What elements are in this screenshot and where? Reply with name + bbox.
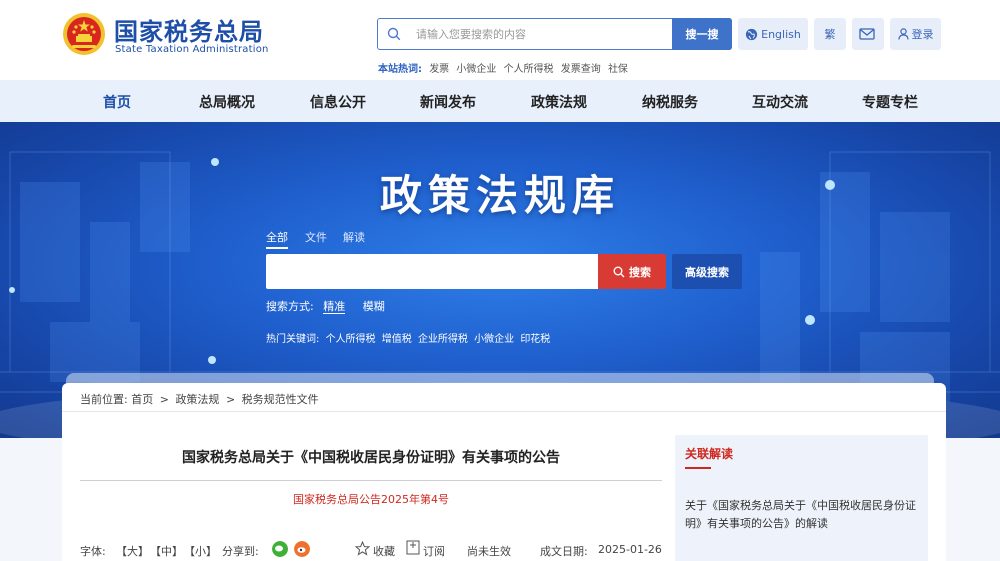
tab-all[interactable]: 全部 (266, 229, 288, 249)
breadcrumb-separator: > (225, 393, 236, 406)
hot-word-link[interactable]: 发票查询 (561, 64, 601, 75)
content-card: 当前位置: 首页 > 政策法规 > 税务规范性文件 国家税务总局关于《中国税收居… (62, 383, 946, 561)
main-nav: 首页 总局概况 信息公开 新闻发布 政策法规 纳税服务 互动交流 专题专栏 (0, 80, 1000, 122)
site-logo-title[interactable]: 国家税务总局 (114, 12, 264, 47)
share-label: 分享到: (222, 545, 259, 558)
site-search-input[interactable] (416, 19, 666, 49)
article-title: 国家税务总局关于《中国税收居民身份证明》有关事项的公告 (182, 450, 560, 466)
breadcrumb-current[interactable]: 税务规范性文件 (242, 393, 319, 406)
policy-search-label: 搜索 (629, 265, 651, 279)
keyword-link[interactable]: 小微企业 (474, 334, 514, 345)
breadcrumb: 当前位置: 首页 > 政策法规 > 税务规范性文件 (80, 391, 319, 407)
title-divider (80, 480, 662, 481)
mail-button[interactable] (852, 18, 884, 50)
weibo-share-icon[interactable] (294, 541, 310, 557)
banner-title: 政策法规库 (379, 171, 620, 220)
nav-item-interaction[interactable]: 互动交流 (752, 92, 808, 112)
advanced-search-button[interactable]: 高级搜索 (672, 254, 742, 289)
nav-item-topics[interactable]: 专题专栏 (862, 92, 918, 112)
user-icon (897, 28, 909, 40)
related-interpretation-title: 关联解读 (685, 447, 734, 461)
breadcrumb-label: 当前位置: (80, 393, 128, 406)
font-size-label: 字体: (80, 545, 106, 558)
english-button[interactable]: English (738, 18, 808, 50)
font-large-button[interactable]: 【大】 (116, 543, 149, 559)
search-mode-label: 搜索方式: (266, 300, 314, 313)
hot-word-link[interactable]: 小微企业 (456, 64, 496, 75)
tab-interpretations[interactable]: 解读 (343, 229, 365, 245)
keyword-link[interactable]: 增值税 (382, 334, 412, 345)
mail-icon (858, 28, 875, 40)
related-interpretation-link[interactable]: 关于《国家税务总局关于《中国税收居民身份证明》有关事项的公告》的解读 (685, 497, 921, 533)
english-label: English (761, 27, 801, 41)
wechat-share-icon[interactable] (272, 541, 288, 557)
site-search-box: 搜一搜 (377, 18, 732, 50)
site-logo-subtitle: State Taxation Administration (115, 44, 269, 55)
search-icon (613, 266, 625, 277)
search-icon (387, 27, 401, 41)
breadcrumb-separator: > (159, 393, 169, 406)
hot-word-link[interactable]: 发票 (429, 64, 449, 75)
breadcrumb-policy[interactable]: 政策法规 (175, 393, 219, 406)
login-label: 登录 (911, 28, 934, 41)
nav-item-policy[interactable]: 政策法规 (531, 92, 587, 112)
site-search-button[interactable]: 搜一搜 (672, 18, 732, 50)
subscribe-button[interactable]: 订阅 (423, 543, 445, 559)
national-emblem-icon[interactable] (62, 12, 106, 56)
hot-words-label: 本站热词: (378, 64, 422, 75)
font-small-button[interactable]: 【小】 (184, 543, 217, 559)
hot-words-row: 本站热词: 发票 小微企业 个人所得税 发票查询 社保 (378, 60, 632, 75)
policy-search-input[interactable] (266, 254, 598, 289)
globe-icon (746, 28, 758, 40)
nav-item-disclosure[interactable]: 信息公开 (310, 92, 366, 112)
keyword-link[interactable]: 个人所得税 (326, 334, 376, 345)
search-mode-row: 搜索方式: 精准 模糊 (266, 298, 385, 314)
policy-search-button[interactable]: 搜索 (598, 254, 666, 289)
breadcrumb-home[interactable]: 首页 (131, 393, 153, 406)
hot-keywords-label: 热门关键词: (266, 334, 320, 345)
site-header: 国家税务总局 State Taxation Administration 搜一搜… (0, 0, 1000, 80)
hot-word-link[interactable]: 个人所得税 (504, 64, 554, 75)
document-number: 国家税务总局公告2025年第4号 (293, 493, 449, 506)
effective-status: 尚未生效 (467, 545, 511, 558)
breadcrumb-divider (62, 411, 946, 412)
related-interpretation-panel: 关联解读 关于《国家税务总局关于《中国税收居民身份证明》有关事项的公告》的解读 (675, 435, 928, 561)
date-value: 2025-01-26 (598, 543, 662, 556)
nav-item-news[interactable]: 新闻发布 (420, 92, 476, 112)
nav-item-overview[interactable]: 总局概况 (199, 92, 255, 112)
star-icon (354, 540, 371, 559)
font-medium-button[interactable]: 【中】 (150, 543, 183, 559)
favorite-button[interactable]: 收藏 (373, 543, 395, 559)
nav-item-home[interactable]: 首页 (103, 92, 131, 112)
subscribe-icon (406, 540, 421, 559)
mode-fuzzy[interactable]: 模糊 (363, 300, 385, 313)
keyword-link[interactable]: 印花税 (520, 334, 550, 345)
date-label: 成文日期: (540, 545, 588, 558)
tab-documents[interactable]: 文件 (305, 229, 327, 245)
login-button[interactable]: 登录 (890, 18, 941, 50)
nav-item-service[interactable]: 纳税服务 (642, 92, 698, 112)
traditional-chinese-button[interactable]: 繁 (814, 18, 846, 50)
hot-word-link[interactable]: 社保 (608, 64, 628, 75)
keyword-link[interactable]: 企业所得税 (418, 334, 468, 345)
title-underline (685, 467, 711, 469)
mode-exact[interactable]: 精准 (323, 300, 346, 314)
hot-keywords-row: 热门关键词: 个人所得税 增值税 企业所得税 小微企业 印花税 (266, 330, 550, 345)
